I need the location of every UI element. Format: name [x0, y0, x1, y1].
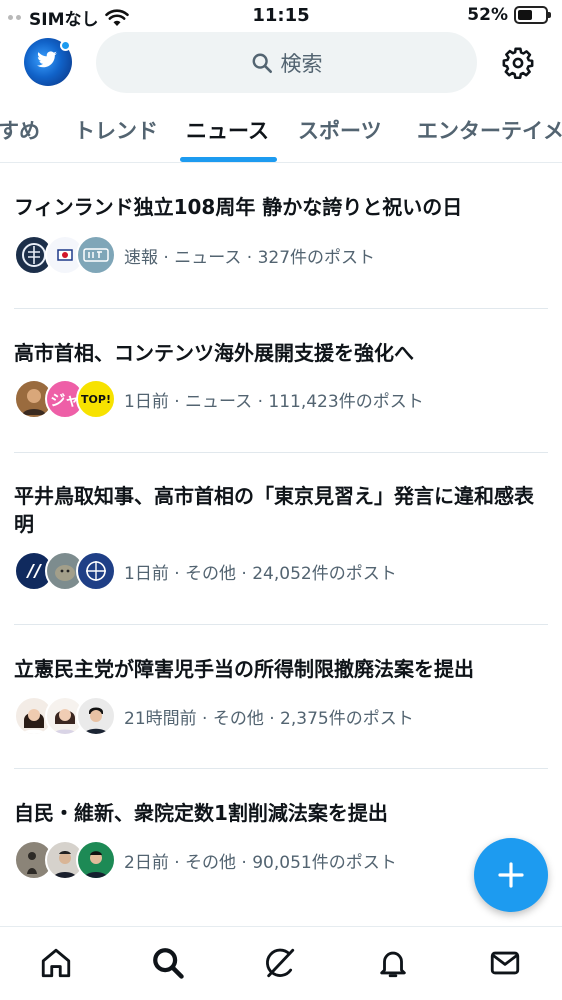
- avatar: [76, 551, 116, 591]
- avatar-bird-icon: [37, 51, 57, 68]
- news-title: 高市首相、コンテンツ海外展開支援を強化へ: [14, 341, 414, 365]
- nav-notifications[interactable]: [375, 945, 411, 981]
- avatar: [76, 696, 116, 736]
- active-tab-indicator: [180, 157, 277, 162]
- news-item[interactable]: 高市首相、コンテンツ海外展開支援を強化へ ジャ TOP! 1日前 · ニュース …: [0, 309, 562, 452]
- news-item[interactable]: 自民・維新、衆院定数1割削減法案を提出 2日前 · その他 · 90,051件の…: [0, 769, 562, 919]
- notification-dot: [60, 40, 71, 51]
- news-meta-text: 2日前 · その他 · 90,051件のポスト: [124, 853, 397, 873]
- grok-icon: [266, 948, 295, 978]
- avatar-stack: [14, 838, 116, 882]
- news-item[interactable]: フィンランド独立108周年 静かな誇りと祝いの日 速報 · ニュース · 327…: [0, 165, 562, 308]
- battery-fill: [518, 10, 532, 20]
- bottom-nav: [0, 926, 562, 1000]
- battery-icon: [514, 6, 551, 24]
- top-header: 検索: [0, 32, 562, 94]
- avatar: TOP!: [76, 379, 116, 419]
- tab-news[interactable]: ニュース: [186, 115, 269, 145]
- news-title: 立憲民主党が障害児手当の所得制限撤廃法案を提出: [14, 657, 474, 681]
- settings-button[interactable]: [500, 45, 536, 81]
- nav-explore[interactable]: [150, 945, 186, 981]
- news-title: 平井鳥取知事、高市首相の「東京見習え」発言に違和感表明: [14, 484, 534, 536]
- news-meta: ジャ TOP! 1日前 · ニュース · 111,423件のポスト: [14, 377, 424, 421]
- search-placeholder: 検索: [280, 51, 323, 76]
- battery-percent: 52%: [467, 5, 508, 25]
- search-icon: [252, 53, 272, 73]
- tab-recommended[interactable]: すめ: [0, 115, 40, 145]
- nav-grok[interactable]: [262, 945, 298, 981]
- compose-button[interactable]: [474, 838, 548, 912]
- mail-icon: [490, 951, 520, 975]
- news-meta: 速報 · ニュース · 327件のポスト: [14, 233, 375, 277]
- avatar-stack: [14, 549, 116, 593]
- status-bar: SIMなし 11:15 52%: [0, 0, 562, 32]
- avatar-stack: [14, 233, 116, 277]
- person-icon: [84, 707, 108, 734]
- news-title: フィンランド独立108周年 静かな誇りと祝いの日: [14, 195, 463, 219]
- news-item[interactable]: 平井鳥取知事、高市首相の「東京見習え」発言に違和感表明 1日前 · その他 · …: [0, 453, 562, 624]
- emblem-icon: [86, 561, 106, 581]
- news-meta-text: 21時間前 · その他 · 2,375件のポスト: [124, 709, 414, 729]
- news-meta: 1日前 · その他 · 24,052件のポスト: [14, 549, 397, 593]
- avatar: [76, 840, 116, 880]
- explore-tabs: すめ トレンド ニュース スポーツ エンターテイメ: [0, 100, 562, 163]
- news-meta-text: 1日前 · その他 · 24,052件のポスト: [124, 564, 397, 584]
- news-title: 自民・維新、衆院定数1割削減法案を提出: [14, 801, 388, 825]
- nav-messages[interactable]: [487, 945, 523, 981]
- news-item[interactable]: 立憲民主党が障害児手当の所得制限撤廃法案を提出 21時間前 · その他 · 2,…: [0, 625, 562, 768]
- news-meta-text: 1日前 · ニュース · 111,423件のポスト: [124, 392, 424, 412]
- search-icon: [153, 948, 184, 979]
- news-meta-text: 速報 · ニュース · 327件のポスト: [124, 248, 376, 268]
- logo-icon: [83, 248, 109, 262]
- tab-trending[interactable]: トレンド: [74, 115, 158, 145]
- nav-home[interactable]: [38, 945, 74, 981]
- avatar: [76, 235, 116, 275]
- tab-entertainment[interactable]: エンターテイメ: [417, 115, 562, 145]
- news-meta: 2日前 · その他 · 90,051件のポスト: [14, 838, 397, 882]
- person-icon: [84, 851, 108, 878]
- status-right: 52%: [467, 5, 551, 25]
- plus-icon: [498, 862, 524, 888]
- avatar-label: TOP!: [81, 392, 111, 406]
- news-meta: 21時間前 · その他 · 2,375件のポスト: [14, 694, 414, 738]
- tab-sports[interactable]: スポーツ: [298, 115, 382, 145]
- home-icon: [41, 948, 71, 978]
- bell-icon: [380, 951, 406, 978]
- search-input[interactable]: 検索: [96, 32, 477, 93]
- avatar-stack: [14, 694, 116, 738]
- gear-icon: [502, 47, 534, 80]
- avatar-stack: ジャ TOP!: [14, 377, 116, 421]
